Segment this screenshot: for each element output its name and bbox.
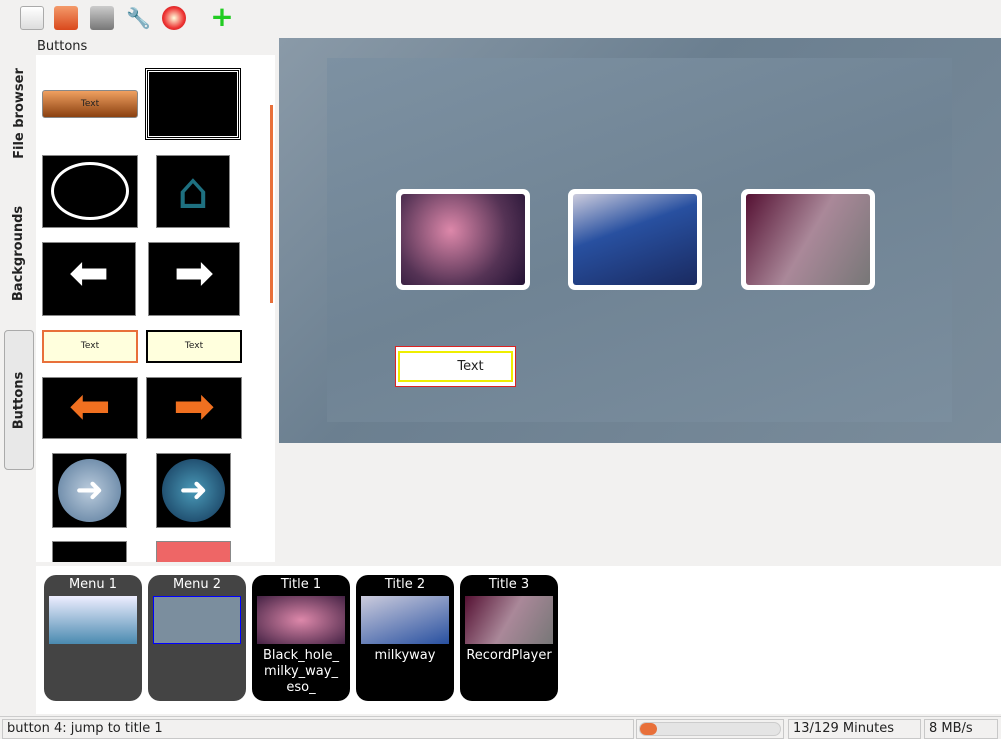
button-template-circle[interactable] (52, 541, 127, 562)
menu-button-title-1[interactable] (396, 189, 530, 290)
menu-button-title-3[interactable] (741, 189, 875, 290)
title-thumbnail (465, 596, 553, 644)
menu-button-text-arrow[interactable]: Text (395, 346, 516, 387)
save-icon[interactable] (90, 6, 114, 30)
burn-icon[interactable] (162, 6, 186, 30)
menu-card[interactable]: Menu 2 (148, 575, 246, 701)
tab-file-browser[interactable]: File browser (4, 48, 34, 178)
buttons-panel: Text ⌂ ⬅ ➡ Text Text ⬅ ➡ ➜ ➜ (36, 55, 275, 562)
button-template-arrow-right[interactable]: ➡ (148, 242, 240, 316)
status-bar: button 4: jump to title 1 13/129 Minutes… (0, 716, 1001, 739)
new-icon[interactable] (20, 6, 44, 30)
panel-scrollbar[interactable] (270, 105, 273, 303)
toolbar: 🔧 + (0, 0, 1001, 37)
settings-icon[interactable]: 🔧 (126, 6, 151, 30)
add-icon[interactable]: + (210, 3, 234, 31)
title-card[interactable]: Title 3 RecordPlayer (460, 575, 558, 701)
title-thumbnail (257, 596, 345, 644)
button-template-text-arrow-right[interactable]: Text (146, 330, 242, 363)
menu-thumbnail (153, 596, 241, 644)
menu-button-title-2[interactable] (568, 189, 702, 290)
button-template-circle-arrow-blue[interactable]: ➜ (156, 453, 231, 528)
side-tabs: File browser Backgrounds Buttons (0, 38, 34, 714)
button-template-circle-arrow[interactable]: ➜ (52, 453, 127, 528)
button-template-text[interactable]: Text (42, 90, 138, 118)
title-thumbnail (361, 596, 449, 644)
button-template-home[interactable]: ⌂ (156, 155, 230, 228)
button-template-circle-red[interactable] (156, 541, 231, 562)
menu-card[interactable]: Menu 1 (44, 575, 142, 701)
panel-title: Buttons (37, 39, 88, 54)
title-card[interactable]: Title 1 Black_hole_ milky_way_ eso_ (252, 575, 350, 701)
tab-buttons[interactable]: Buttons (4, 330, 34, 470)
speed-readout: 8 MB/s (924, 719, 998, 739)
status-message: button 4: jump to title 1 (2, 719, 634, 739)
button-template-frame[interactable] (145, 68, 241, 140)
button-template-orange-right[interactable]: ➡ (146, 377, 242, 439)
title-card[interactable]: Title 2 milkyway (356, 575, 454, 701)
button-template-ellipse[interactable] (42, 155, 138, 228)
open-icon[interactable] (54, 6, 78, 30)
button-template-orange-left[interactable]: ⬅ (42, 377, 138, 439)
menu-thumbnail (49, 596, 137, 644)
tab-backgrounds[interactable]: Backgrounds (4, 188, 34, 318)
minutes-readout: 13/129 Minutes (788, 719, 921, 739)
button-template-text-arrow-left[interactable]: Text (42, 330, 138, 363)
disc-usage-progress (636, 719, 784, 739)
button-template-arrow-left[interactable]: ⬅ (42, 242, 136, 316)
